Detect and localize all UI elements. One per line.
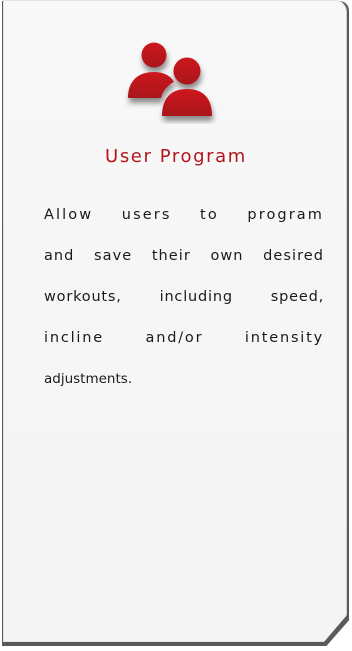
description-line: Allow users to program	[44, 207, 324, 223]
users-icon	[124, 38, 224, 124]
feature-title: User Program	[105, 146, 247, 167]
description-line: incline and/or intensity	[44, 330, 324, 346]
feature-description: Allow users to program and save their ow…	[44, 202, 324, 407]
description-line: adjustments.	[44, 371, 133, 387]
description-line: workouts, including speed,	[44, 289, 324, 305]
description-line: and save their own desired	[44, 248, 324, 264]
